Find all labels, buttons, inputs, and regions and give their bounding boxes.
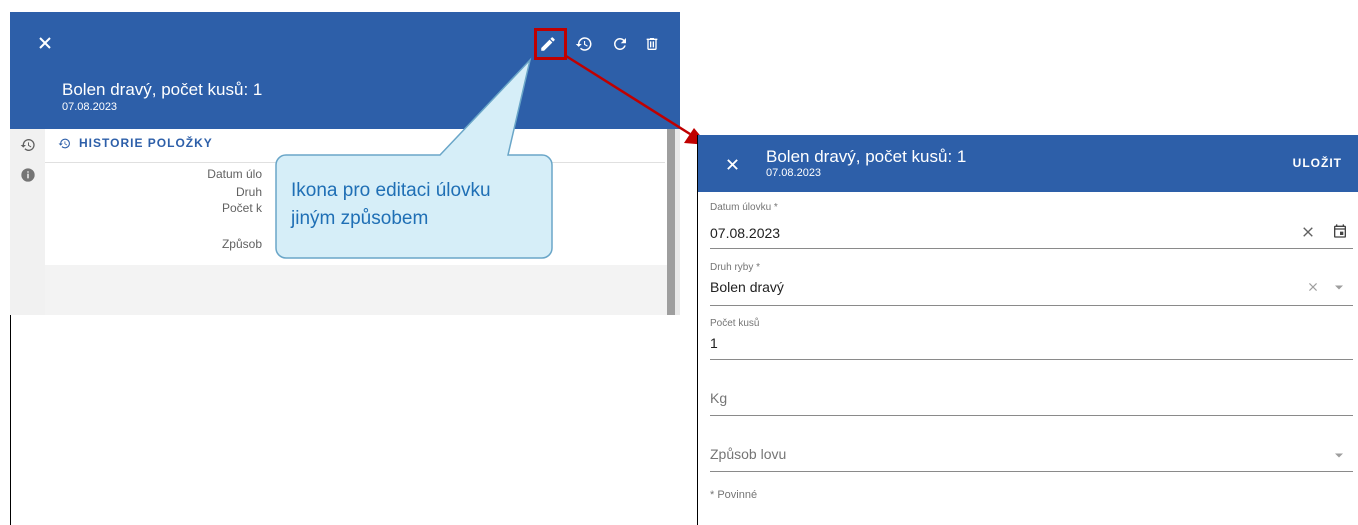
kg-field-placeholder[interactable]: Kg [710, 390, 727, 406]
method-field[interactable]: Způsob lovu [698, 416, 1355, 472]
callout-line-1: Ikona pro editaci úlovku [291, 180, 491, 201]
callout-bubble [275, 57, 553, 259]
left-panel-footer-area [45, 265, 667, 315]
right-panel-title: Bolen dravý, počet kusů: 1 [766, 147, 967, 166]
history-section-label: HISTORIE POLOŽKY [79, 136, 213, 150]
dropdown-arrow-icon[interactable] [1335, 453, 1343, 458]
calendar-icon[interactable] [1332, 223, 1348, 239]
left-panel-date: 07.08.2023 [62, 101, 118, 113]
clear-icon[interactable] [1308, 282, 1318, 292]
clear-icon[interactable] [1302, 226, 1314, 238]
history-header-icon [58, 138, 70, 148]
method-field-underline [710, 471, 1353, 472]
save-button[interactable]: ULOŽIT [1293, 156, 1342, 170]
date-field[interactable]: Datum úlovku * 07.08.2023 [698, 192, 1355, 250]
history-tab-icon[interactable] [20, 137, 36, 153]
kg-field[interactable]: Kg [698, 360, 1355, 416]
detail-label-count: Počet k [221, 201, 262, 215]
right-panel-date: 07.08.2023 [766, 167, 822, 179]
dropdown-arrow-icon[interactable] [1335, 285, 1343, 290]
callout-text: Ikona pro editaci úlovku jiným způsobem [291, 177, 541, 233]
close-icon[interactable] [38, 36, 52, 50]
detail-label-date: Datum úlo [207, 167, 262, 181]
species-field-value[interactable]: Bolen dravý [710, 279, 784, 295]
right-panel-header: Bolen dravý, počet kusů: 1 07.08.2023 UL… [698, 135, 1358, 192]
left-panel-title: Bolen dravý, počet kusů: 1 [62, 80, 263, 99]
date-field-label: Datum úlovku * [710, 202, 778, 213]
history-section-header[interactable]: HISTORIE POLOŽKY [58, 136, 213, 150]
count-field[interactable]: Počet kusů 1 [698, 306, 1355, 360]
species-field[interactable]: Druh ryby * Bolen dravý [698, 250, 1355, 306]
detail-label-species: Druh [235, 185, 262, 199]
detail-label-method: Způsob [221, 237, 262, 251]
info-icon[interactable] [20, 167, 36, 183]
required-note: * Povinné [710, 489, 758, 501]
species-field-label: Druh ryby * [710, 262, 761, 273]
pointer-arrow [565, 54, 708, 145]
close-icon[interactable] [726, 158, 739, 171]
date-field-value[interactable]: 07.08.2023 [710, 225, 780, 241]
method-field-placeholder[interactable]: Způsob lovu [710, 446, 786, 462]
count-field-label: Počet kusů [710, 318, 760, 329]
count-field-value[interactable]: 1 [710, 335, 718, 351]
date-field-underline [710, 248, 1353, 249]
left-side-rail [10, 129, 45, 315]
callout-line-2: jiným způsobem [291, 208, 429, 229]
